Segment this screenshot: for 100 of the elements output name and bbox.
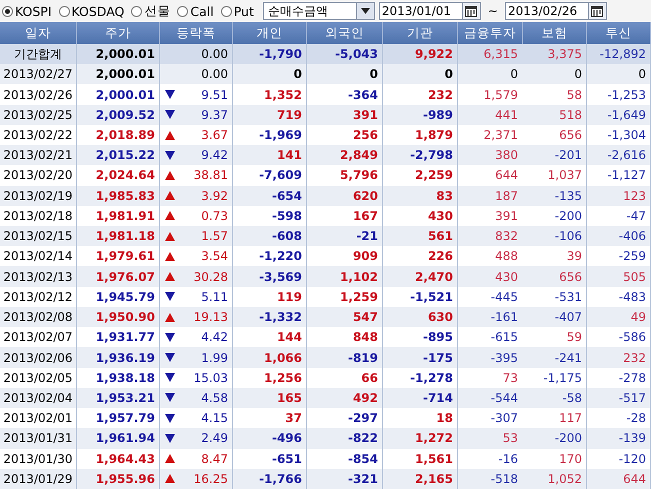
table-cell: -5,043 <box>307 44 383 64</box>
table-cell: 2,165 <box>383 468 458 489</box>
table-cell: 9.51 <box>201 88 228 102</box>
table-cell-text: 2,371 <box>482 127 519 144</box>
table-cell: 2,015.22 <box>77 145 160 166</box>
table-cell: 644 <box>587 468 651 489</box>
table-cell: 38.81 <box>194 168 228 182</box>
table-cell: -21 <box>307 226 383 246</box>
table-cell: 3.92 <box>201 188 228 203</box>
table-cell: 518 <box>523 104 587 125</box>
table-cell: 4.58 <box>201 390 228 405</box>
table-cell: 4.42 <box>201 330 228 344</box>
table-cell: -395 <box>458 347 523 368</box>
table-cell: 3.54 <box>201 249 228 264</box>
radio-button[interactable]: 선물 <box>131 2 170 20</box>
down-triangle-icon <box>164 150 176 161</box>
table-cell: -200 <box>523 428 587 449</box>
table-cell: -654 <box>233 186 307 206</box>
table-cell: 0 <box>233 64 307 84</box>
radio-button[interactable]: KOSPI <box>2 4 52 18</box>
table-cell: 기간합계 <box>0 44 77 64</box>
table-cell: 380 <box>458 145 523 166</box>
table-cell: 2,000.01 <box>77 44 160 64</box>
table-cell-text: 1,579 <box>482 86 519 104</box>
table-cell: -544 <box>458 388 523 408</box>
table-cell: 9.37 <box>201 108 228 122</box>
calendar-icon <box>591 6 604 16</box>
table-cell: 0 <box>587 64 651 84</box>
down-triangle-icon <box>164 372 176 384</box>
table-cell: -1,766 <box>233 468 307 489</box>
table-cell: 4.15 <box>201 411 228 426</box>
table-cell: 1,950.90 <box>77 306 160 328</box>
table-cell: 2013/02/25 <box>0 104 77 125</box>
table-cell: 187 <box>458 186 523 206</box>
up-triangle-icon <box>164 130 176 141</box>
radio-button[interactable]: Put <box>220 4 254 18</box>
table-cell: 430 <box>458 266 523 287</box>
table-cell: 1.99 <box>201 350 228 365</box>
up-triangle-icon <box>164 271 176 282</box>
date-field[interactable]: 2013/02/26 <box>504 2 589 20</box>
column-header[interactable]: 기관 <box>383 22 458 44</box>
table-cell: 123 <box>587 186 651 206</box>
table-cell: -175 <box>383 347 458 368</box>
table-cell: -714 <box>383 388 458 408</box>
table-cell: 15.03 <box>194 370 228 385</box>
table-cell: 9,922 <box>383 44 458 64</box>
up-triangle-icon <box>164 190 176 202</box>
calendar-button[interactable] <box>462 2 481 20</box>
table-cell: 0.00 <box>201 47 228 62</box>
table-cell: -1,332 <box>233 306 307 328</box>
table-cell: 656 <box>523 266 587 287</box>
calendar-button[interactable] <box>588 2 607 20</box>
column-header[interactable]: 주가 <box>77 22 160 44</box>
table-cell: 165 <box>233 388 307 408</box>
table-cell: 1,936.19 <box>77 347 160 368</box>
column-header[interactable]: 외국인 <box>307 22 383 44</box>
table-cell: 1,976.07 <box>77 266 160 287</box>
column-header[interactable]: 일자 <box>0 22 77 44</box>
table-cell: -822 <box>307 428 383 449</box>
table-cell: 719 <box>233 104 307 125</box>
table-cell: 2013/01/31 <box>0 428 77 449</box>
column-header[interactable]: 투신 <box>587 22 651 44</box>
table-cell: -321 <box>307 468 383 489</box>
table-cell: -496 <box>233 428 307 449</box>
table-cell: -407 <box>523 306 587 328</box>
table-cell: -135 <box>523 186 587 206</box>
radio-button[interactable]: KOSDAQ <box>58 4 124 18</box>
column-header[interactable]: 개인 <box>233 22 307 44</box>
table-cell: -3,569 <box>233 266 307 287</box>
radio-button[interactable]: Call <box>177 4 214 18</box>
table-cell: 2013/02/06 <box>0 347 77 368</box>
up-triangle-icon <box>164 473 176 484</box>
table-cell: -241 <box>523 347 587 368</box>
table-cell: 391 <box>307 104 383 125</box>
table-cell: 505 <box>587 266 651 287</box>
table-cell: 492 <box>307 388 383 408</box>
table-cell: 16.25 <box>194 472 228 486</box>
table-cell: 2.49 <box>201 431 228 446</box>
dropdown[interactable]: 순매수금액 <box>262 2 375 20</box>
down-triangle-icon <box>164 352 176 364</box>
table-cell: -1,649 <box>587 104 651 125</box>
column-header[interactable]: 보험 <box>523 22 587 44</box>
table-cell: 6,315 <box>458 44 523 64</box>
column-header[interactable]: 금융투자 <box>458 22 523 44</box>
table-cell: 5.11 <box>201 290 228 304</box>
table-cell: -2,798 <box>383 145 458 166</box>
table-cell: -106 <box>523 226 587 246</box>
column-header[interactable]: 등락폭 <box>160 22 233 44</box>
down-triangle-icon <box>164 432 176 444</box>
table-cell: 232 <box>587 347 651 368</box>
date-field[interactable]: 2013/01/01 <box>378 2 463 20</box>
table-cell: 83 <box>383 186 458 206</box>
table-cell: 19.13 <box>194 310 228 324</box>
table-cell: 441 <box>458 104 523 125</box>
table-cell: -608 <box>233 226 307 246</box>
down-triangle-icon <box>164 291 176 302</box>
table-cell: 0 <box>383 64 458 84</box>
table-cell-text: -615 <box>490 329 519 346</box>
table-cell: 2013/02/15 <box>0 226 77 246</box>
table-cell: -12,892 <box>587 44 651 64</box>
